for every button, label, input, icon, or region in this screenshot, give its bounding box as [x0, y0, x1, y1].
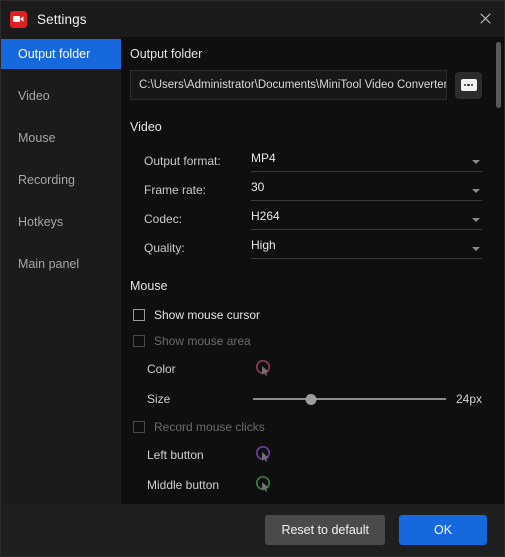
title-bar: Settings	[1, 1, 504, 37]
output-folder-heading: Output folder	[130, 47, 203, 61]
middle-button-color-swatch[interactable]	[253, 474, 275, 496]
mouse-size-value: 24px	[455, 392, 482, 406]
slider-track	[253, 398, 446, 400]
left-button-row: Left button	[130, 440, 482, 470]
sidebar-item-label: Recording	[18, 173, 75, 187]
right-button-row: Right button	[130, 500, 482, 504]
chevron-down-icon	[472, 218, 480, 222]
settings-sidebar: Output folder Video Mouse Recording Hotk…	[1, 37, 121, 504]
camcorder-icon	[10, 10, 27, 28]
sidebar-item-hotkeys[interactable]: Hotkeys	[1, 207, 121, 237]
mouse-size-label: Size	[147, 392, 171, 406]
settings-content: Output folder C:\Users\Administrator\Doc…	[121, 37, 504, 504]
settings-content-scroll: Output folder C:\Users\Administrator\Doc…	[121, 37, 504, 504]
codec-label: Codec:	[144, 212, 183, 226]
video-heading: Video	[130, 120, 162, 134]
settings-window: Settings Output folder Video Mouse Recor…	[0, 0, 505, 557]
quality-row: Quality: High	[130, 230, 482, 259]
show-mouse-cursor-checkbox[interactable]	[133, 309, 145, 321]
middle-button-row: Middle button	[130, 470, 482, 500]
dialog-footer: Reset to default OK	[1, 504, 504, 556]
chevron-down-icon	[472, 189, 480, 193]
mouse-size-row: Size 24px	[130, 384, 482, 414]
show-mouse-area-checkbox	[133, 335, 145, 347]
mouse-color-swatch[interactable]	[253, 358, 275, 380]
scrollbar-thumb[interactable]	[496, 42, 501, 108]
ellipsis-icon	[460, 79, 477, 91]
sidebar-item-label: Output folder	[18, 47, 91, 61]
ok-button[interactable]: OK	[399, 515, 487, 545]
mouse-heading: Mouse	[130, 279, 168, 293]
codec-value: H264	[251, 209, 280, 223]
output-format-value: MP4	[251, 151, 276, 165]
quality-label: Quality:	[144, 241, 185, 255]
frame-rate-row: Frame rate: 30	[130, 172, 482, 201]
sidebar-item-label: Video	[18, 89, 50, 103]
dialog-body: Output folder Video Mouse Recording Hotk…	[1, 37, 504, 504]
frame-rate-label: Frame rate:	[144, 183, 207, 197]
show-mouse-cursor-label: Show mouse cursor	[154, 308, 261, 322]
show-mouse-area-row: Show mouse area	[130, 328, 482, 354]
sidebar-item-output-folder[interactable]: Output folder	[1, 39, 121, 69]
reset-to-default-button[interactable]: Reset to default	[265, 515, 385, 545]
sidebar-item-label: Mouse	[18, 131, 56, 145]
left-button-color-swatch[interactable]	[253, 444, 275, 466]
mouse-color-row: Color	[130, 354, 482, 384]
mouse-color-label: Color	[147, 362, 176, 376]
chevron-down-icon	[472, 247, 480, 251]
quality-value: High	[251, 238, 276, 252]
browse-folder-button[interactable]	[455, 71, 482, 99]
mouse-size-slider[interactable]	[253, 389, 446, 409]
frame-rate-select[interactable]: 30	[251, 178, 482, 201]
codec-select[interactable]: H264	[251, 207, 482, 230]
sidebar-item-recording[interactable]: Recording	[1, 165, 121, 195]
close-icon[interactable]	[470, 4, 500, 32]
sidebar-item-label: Main panel	[18, 257, 80, 271]
chevron-down-icon	[472, 160, 480, 164]
codec-row: Codec: H264	[130, 201, 482, 230]
content-scrollbar[interactable]	[496, 39, 501, 502]
slider-thumb[interactable]	[305, 393, 317, 405]
window-title: Settings	[37, 11, 87, 27]
output-folder-path-input[interactable]: C:\Users\Administrator\Documents\MiniToo…	[130, 70, 447, 100]
sidebar-item-label: Hotkeys	[18, 215, 64, 229]
sidebar-item-main-panel[interactable]: Main panel	[1, 249, 121, 279]
output-format-select[interactable]: MP4	[251, 149, 482, 172]
record-mouse-clicks-label: Record mouse clicks	[154, 420, 265, 434]
quality-select[interactable]: High	[251, 236, 482, 259]
output-format-label: Output format:	[144, 154, 221, 168]
left-button-label: Left button	[147, 448, 204, 462]
frame-rate-value: 30	[251, 180, 265, 194]
record-mouse-clicks-row: Record mouse clicks	[130, 414, 482, 440]
sidebar-item-video[interactable]: Video	[1, 81, 121, 111]
record-mouse-clicks-checkbox	[133, 421, 145, 433]
show-mouse-area-label: Show mouse area	[154, 334, 251, 348]
middle-button-label: Middle button	[147, 478, 220, 492]
show-mouse-cursor-row[interactable]: Show mouse cursor	[130, 302, 482, 328]
output-format-row: Output format: MP4	[130, 143, 482, 172]
sidebar-item-mouse[interactable]: Mouse	[1, 123, 121, 153]
output-folder-row: C:\Users\Administrator\Documents\MiniToo…	[130, 70, 482, 100]
